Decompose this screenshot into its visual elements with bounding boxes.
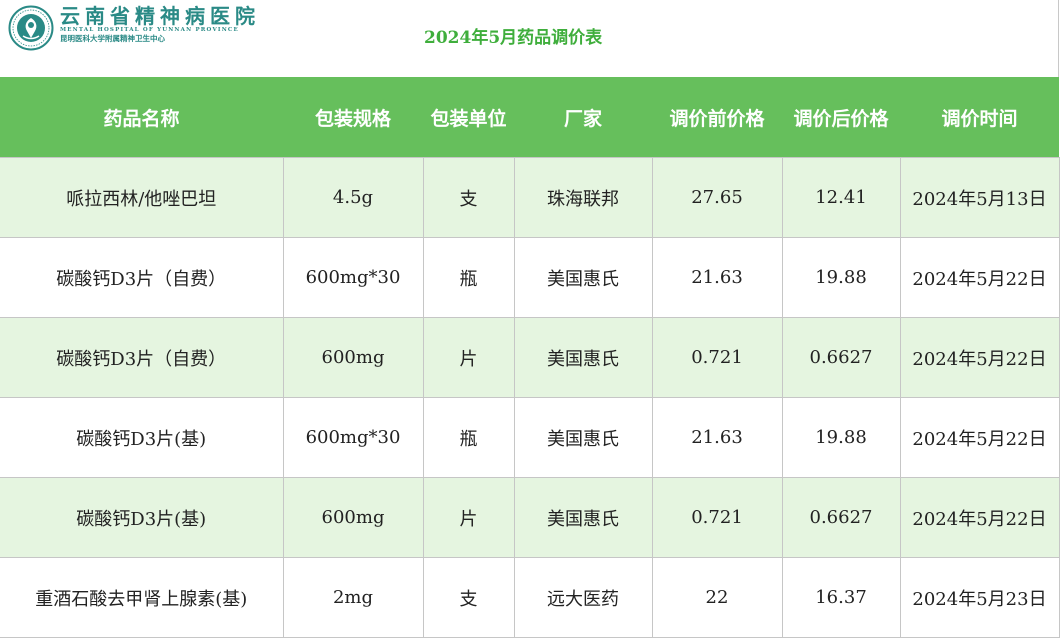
- table-row: 碳酸钙D3片(基) 600mg 片 美国惠氏 0.721 0.6627 2024…: [0, 477, 1060, 558]
- column-header-unit: 包装单位: [423, 77, 514, 158]
- adjust-date-cell: 2024年5月13日: [899, 157, 1060, 238]
- spec-cell: 4.5g: [282, 157, 424, 238]
- price-after-cell: 19.88: [781, 237, 901, 318]
- unit-cell: 片: [422, 317, 515, 398]
- document-header: 云南省精神病医院 MENTAL HOSPITAL OF YUNNAN PROVI…: [0, 0, 1061, 77]
- drug-name-cell: 碳酸钙D3片(基): [0, 397, 284, 478]
- hospital-name: 云南省精神病医院: [60, 4, 260, 28]
- drug-name-cell: 哌拉西林/他唑巴坦: [0, 157, 284, 238]
- unit-cell: 支: [422, 157, 515, 238]
- manufacturer-cell: 美国惠氏: [513, 397, 653, 478]
- table-row: 碳酸钙D3片（自费） 600mg*30 瓶 美国惠氏 21.63 19.88 2…: [0, 237, 1060, 318]
- manufacturer-cell: 珠海联邦: [513, 157, 653, 238]
- unit-cell: 片: [422, 477, 515, 558]
- unit-cell: 瓶: [422, 237, 515, 318]
- adjust-date-cell: 2024年5月22日: [899, 237, 1060, 318]
- column-header-drug-name: 药品名称: [0, 77, 283, 158]
- column-header-price-after: 调价后价格: [782, 77, 900, 158]
- spec-cell: 600mg*30: [282, 237, 424, 318]
- column-header-manufacturer: 厂家: [514, 77, 652, 158]
- drug-name-cell: 重酒石酸去甲肾上腺素(基): [0, 557, 284, 638]
- divider: [1058, 0, 1059, 77]
- price-after-cell: 16.37: [781, 557, 901, 638]
- spec-cell: 600mg: [282, 477, 424, 558]
- adjust-date-cell: 2024年5月22日: [899, 317, 1060, 398]
- price-after-cell: 0.6627: [781, 477, 901, 558]
- hospital-logo-icon: [8, 5, 54, 51]
- column-header-adjust-date: 调价时间: [900, 77, 1059, 158]
- unit-cell: 瓶: [422, 397, 515, 478]
- column-header-price-before: 调价前价格: [652, 77, 782, 158]
- table-header-row: 药品名称 包装规格 包装单位 厂家 调价前价格 调价后价格 调价时间: [0, 77, 1059, 158]
- table-row: 重酒石酸去甲肾上腺素(基) 2mg 支 远大医药 22 16.37 2024年5…: [0, 557, 1060, 638]
- drug-name-cell: 碳酸钙D3片（自费）: [0, 317, 284, 398]
- price-before-cell: 0.721: [651, 317, 783, 398]
- price-before-cell: 27.65: [651, 157, 783, 238]
- table-row: 碳酸钙D3片（自费） 600mg 片 美国惠氏 0.721 0.6627 202…: [0, 317, 1060, 398]
- spec-cell: 2mg: [282, 557, 424, 638]
- column-header-spec: 包装规格: [283, 77, 423, 158]
- price-before-cell: 21.63: [651, 397, 783, 478]
- price-adjustment-table: 药品名称 包装规格 包装单位 厂家 调价前价格 调价后价格 调价时间 哌拉西林/…: [0, 77, 1060, 638]
- price-after-cell: 19.88: [781, 397, 901, 478]
- manufacturer-cell: 美国惠氏: [513, 237, 653, 318]
- spec-cell: 600mg: [282, 317, 424, 398]
- spec-cell: 600mg*30: [282, 397, 424, 478]
- table-row: 碳酸钙D3片(基) 600mg*30 瓶 美国惠氏 21.63 19.88 20…: [0, 397, 1060, 478]
- adjust-date-cell: 2024年5月22日: [899, 477, 1060, 558]
- price-before-cell: 0.721: [651, 477, 783, 558]
- manufacturer-cell: 美国惠氏: [513, 317, 653, 398]
- price-before-cell: 22: [651, 557, 783, 638]
- price-after-cell: 0.6627: [781, 317, 901, 398]
- page-title: 2024年5月药品调价表: [424, 28, 603, 48]
- price-after-cell: 12.41: [781, 157, 901, 238]
- manufacturer-cell: 远大医药: [513, 557, 653, 638]
- manufacturer-cell: 美国惠氏: [513, 477, 653, 558]
- unit-cell: 支: [422, 557, 515, 638]
- hospital-subtitle: 昆明医科大学附属精神卫生中心: [60, 34, 165, 43]
- drug-name-cell: 碳酸钙D3片(基): [0, 477, 284, 558]
- hospital-name-en: MENTAL HOSPITAL OF YUNNAN PROVINCE: [60, 27, 239, 33]
- drug-name-cell: 碳酸钙D3片（自费）: [0, 237, 284, 318]
- price-before-cell: 21.63: [651, 237, 783, 318]
- adjust-date-cell: 2024年5月23日: [899, 557, 1060, 638]
- adjust-date-cell: 2024年5月22日: [899, 397, 1060, 478]
- table-row: 哌拉西林/他唑巴坦 4.5g 支 珠海联邦 27.65 12.41 2024年5…: [0, 157, 1060, 238]
